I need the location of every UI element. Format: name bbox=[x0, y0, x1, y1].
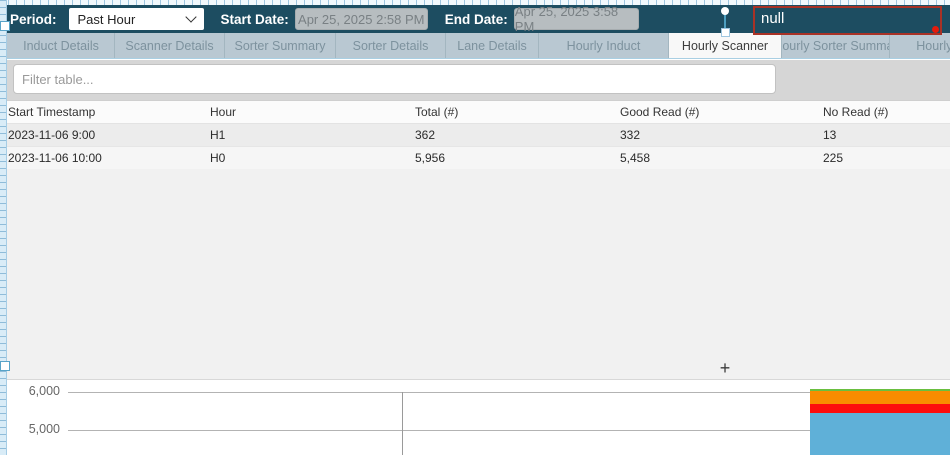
table-cell: 332 bbox=[612, 128, 815, 142]
record-dot-icon bbox=[932, 26, 939, 33]
tab-scanner-details[interactable]: Scanner Details bbox=[115, 33, 225, 59]
tab-hourly-induct[interactable]: Hourly Induct bbox=[539, 33, 669, 59]
column-header: Start Timestamp bbox=[0, 105, 202, 119]
selection-handle[interactable] bbox=[0, 361, 10, 371]
end-date-input[interactable]: Apr 25, 2025 3:58 PM bbox=[514, 8, 639, 30]
bar-H0-segment-blue bbox=[810, 413, 950, 455]
start-date-label: Start Date: bbox=[221, 12, 289, 27]
tab-bar: Induct DetailsScanner DetailsSorter Summ… bbox=[0, 33, 950, 59]
end-date-label: End Date: bbox=[445, 12, 508, 27]
column-header: Hour bbox=[202, 105, 407, 119]
gridline bbox=[402, 392, 403, 455]
bar-H0-segment-red bbox=[810, 404, 950, 413]
tab-induct-details[interactable]: Induct Details bbox=[8, 33, 115, 59]
hourly-scanner-table: Start TimestampHourTotal (#)Good Read (#… bbox=[0, 100, 950, 169]
table-cell: 13 bbox=[815, 128, 950, 142]
table-row: 2023-11-06 10:00H05,9565,458225 bbox=[0, 147, 950, 169]
table-cell: 2023-11-06 9:00 bbox=[0, 128, 202, 142]
tab-sorter-summary[interactable]: Sorter Summary bbox=[225, 33, 336, 59]
column-header: Good Read (#) bbox=[612, 105, 815, 119]
drag-handle-bottom-dot[interactable] bbox=[721, 28, 730, 37]
chevron-down-icon bbox=[185, 11, 196, 22]
tab-hourly-sort[interactable]: Hourly Sort bbox=[890, 33, 950, 59]
drag-handle-top-dot[interactable] bbox=[721, 7, 729, 15]
table-cell: H0 bbox=[202, 151, 407, 165]
add-button[interactable]: + bbox=[714, 357, 736, 379]
table-cell: H1 bbox=[202, 128, 407, 142]
y-axis-tick-label: 6,000 bbox=[8, 384, 60, 398]
column-header: Total (#) bbox=[407, 105, 612, 119]
ruler-horizontal bbox=[0, 0, 950, 5]
table-cell: 2023-11-06 10:00 bbox=[0, 151, 202, 165]
y-axis-tick-label: 5,000 bbox=[8, 422, 60, 436]
ruler-vertical bbox=[0, 0, 7, 455]
hourly-scanner-chart: 6,000 5,000 bbox=[0, 381, 950, 455]
table-cell: 362 bbox=[407, 128, 612, 142]
tab-hourly-sorter-summar[interactable]: Hourly Sorter Summar bbox=[782, 33, 890, 59]
table-row: 2023-11-06 9:00H136233213 bbox=[0, 124, 950, 147]
table-cell: 225 bbox=[815, 151, 950, 165]
tab-sorter-details[interactable]: Sorter Details bbox=[336, 33, 446, 59]
period-label: Period: bbox=[10, 12, 57, 27]
bar-H0-segment-orange bbox=[810, 391, 950, 404]
table-empty-area: + bbox=[0, 167, 950, 380]
filter-bar bbox=[0, 60, 950, 100]
null-overlay-field[interactable]: null bbox=[753, 6, 942, 35]
start-date-input[interactable]: Apr 25, 2025 2:58 PM bbox=[295, 8, 428, 30]
null-overlay-text: null bbox=[761, 10, 784, 27]
table-cell: 5,458 bbox=[612, 151, 815, 165]
dashboard-root: Period: Past Hour Start Date: Apr 25, 20… bbox=[0, 0, 950, 455]
period-select[interactable]: Past Hour bbox=[69, 8, 204, 30]
tab-lane-details[interactable]: Lane Details bbox=[446, 33, 539, 59]
selection-handle[interactable] bbox=[0, 21, 10, 31]
period-select-value: Past Hour bbox=[78, 12, 136, 27]
table-header-row: Start TimestampHourTotal (#)Good Read (#… bbox=[0, 101, 950, 124]
column-header: No Read (#) bbox=[815, 105, 950, 119]
filter-table-input[interactable] bbox=[13, 64, 776, 94]
table-cell: 5,956 bbox=[407, 151, 612, 165]
